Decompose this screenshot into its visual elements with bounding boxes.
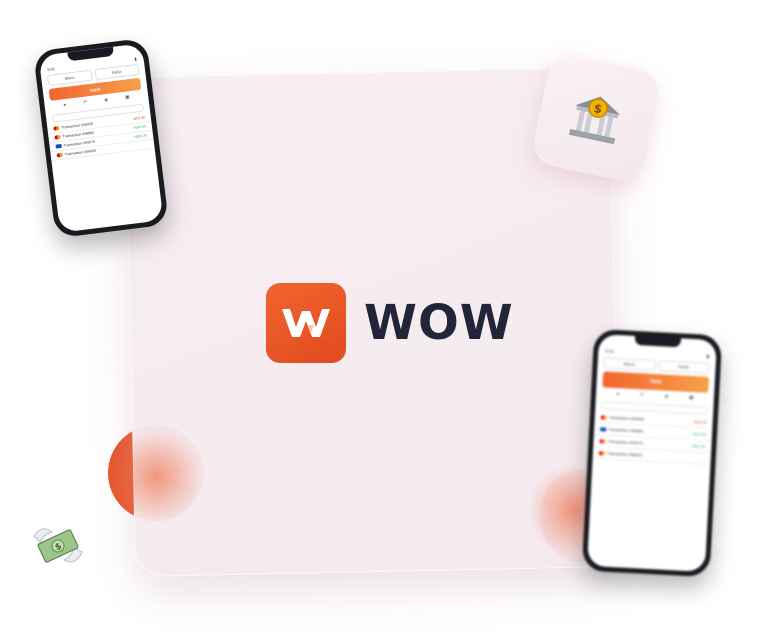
record-icon[interactable]: ● <box>63 102 67 108</box>
logo-mark-icon <box>266 283 346 363</box>
txn-amount: +$34.50 <box>132 124 147 131</box>
save-icon[interactable]: ▣ <box>689 395 694 401</box>
mastercard-icon <box>56 152 64 158</box>
phone-mockup-top: 9:41 ▮ Menu Refer Valid ● ↶ ◈ ▣ Transacti… <box>32 37 170 239</box>
txn-label: Transaction #06653 <box>606 450 643 458</box>
txn-label: Transaction #08882 <box>608 426 644 434</box>
txn-amount: +$60.30 <box>690 443 706 449</box>
visa-icon <box>600 427 607 432</box>
mastercard-icon <box>598 451 606 456</box>
shield-icon[interactable]: ◈ <box>664 394 668 400</box>
txn-label: Transaction #05059 <box>608 414 645 422</box>
visa-icon <box>55 144 62 149</box>
undo-icon[interactable]: ↶ <box>83 99 88 105</box>
brand-name: WOW <box>364 295 514 351</box>
phone-mockup-bottom: 9:41 ▮ Menu Refer Valid ● ↶ ◈ ▣ Transacti… <box>581 328 723 578</box>
glass-blur-left <box>110 427 203 526</box>
txn-label: Transaction #09070 <box>607 438 643 446</box>
mastercard-icon <box>600 415 607 420</box>
phone-screen: 9:41 ▮ Menu Refer Valid ● ↶ ◈ ▣ Transacti… <box>587 334 717 572</box>
mastercard-icon <box>53 126 60 131</box>
bank-tile: $ <box>529 51 663 185</box>
mastercard-icon <box>599 439 606 444</box>
tab-menu[interactable]: Menu <box>603 357 656 372</box>
status-time: 9:41 <box>605 348 615 354</box>
txn-amount: +$60.30 <box>133 133 148 140</box>
txn-amount: -$16.30 <box>692 419 707 425</box>
shield-icon[interactable]: ◈ <box>104 97 109 103</box>
battery-icon: ▮ <box>706 353 710 359</box>
txn-amount: +$34.50 <box>691 431 707 437</box>
phone-screen: 9:41 ▮ Menu Refer Valid ● ↶ ◈ ▣ Transacti… <box>38 43 164 233</box>
save-icon[interactable]: ▣ <box>125 94 130 101</box>
brand-logo: WOW <box>266 283 514 363</box>
undo-icon[interactable]: ↶ <box>640 392 645 398</box>
battery-icon: ▮ <box>134 56 137 62</box>
bank-building-dollar-icon: $ <box>568 96 621 145</box>
txn-amount: -$16.30 <box>132 115 146 121</box>
mastercard-icon <box>54 135 61 140</box>
record-icon[interactable]: ● <box>616 391 619 397</box>
tab-refer[interactable]: Refer <box>657 360 710 374</box>
status-time: 9:41 <box>46 66 56 73</box>
money-with-wings-icon: $ <box>32 522 84 568</box>
txn-label: Transaction #06653 <box>64 148 97 157</box>
